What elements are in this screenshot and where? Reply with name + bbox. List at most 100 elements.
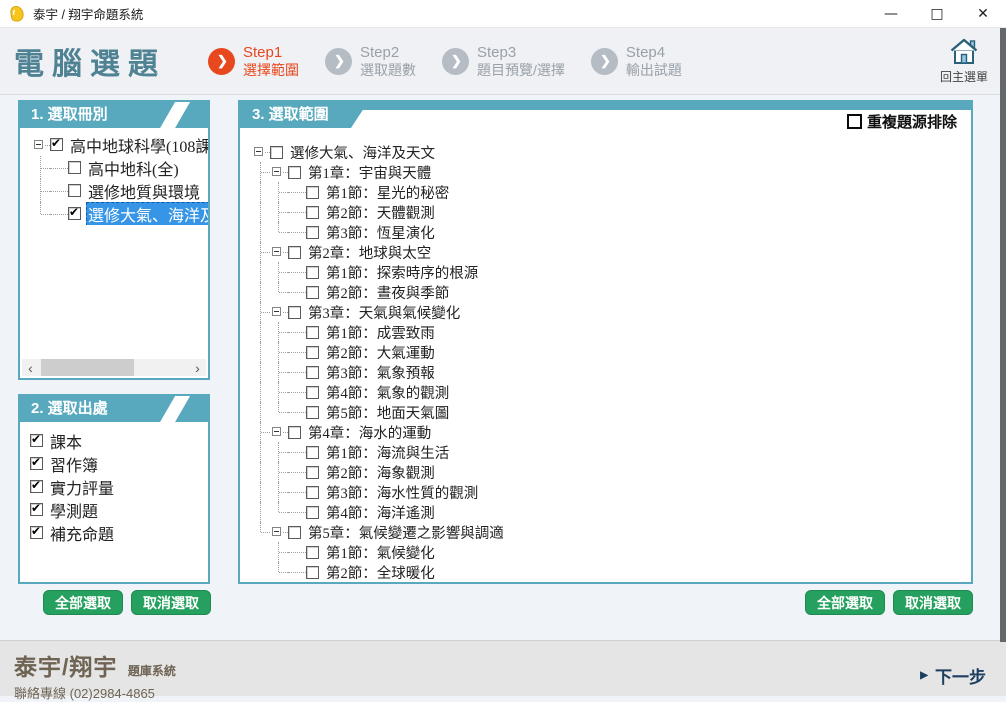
- checkbox[interactable]: [30, 503, 43, 516]
- checkbox[interactable]: [306, 466, 319, 479]
- scope-tree-item[interactable]: 第1節：星光的秘密: [240, 182, 969, 202]
- checkbox[interactable]: [288, 306, 301, 319]
- book-tree-item[interactable]: 高中地科(全): [20, 156, 208, 179]
- source-item[interactable]: 學測題: [20, 498, 208, 521]
- checkbox[interactable]: [270, 146, 283, 159]
- book-tree-item[interactable]: 高中地球科學(108課綱): [20, 133, 208, 156]
- expander-icon[interactable]: [272, 427, 281, 436]
- expander-icon[interactable]: [272, 307, 281, 316]
- checkbox[interactable]: [68, 207, 81, 220]
- scope-tree-item[interactable]: 第5章：氣候變遷之影響與調適: [240, 522, 969, 542]
- checkbox[interactable]: [288, 166, 301, 179]
- scope-tree-item[interactable]: 第4章：海水的運動: [240, 422, 969, 442]
- scope-tree-item[interactable]: 第1節：探索時序的根源: [240, 262, 969, 282]
- tree-item-label: 第4節：海洋遙測: [324, 502, 437, 522]
- checkbox[interactable]: [30, 434, 43, 447]
- minimize-button[interactable]: —: [868, 0, 914, 27]
- dedupe-option[interactable]: 重複題源排除: [847, 111, 957, 132]
- checkbox[interactable]: [306, 346, 319, 359]
- titlebar: 泰宇 / 翔宇命題系統 — □ ✕: [0, 0, 1006, 28]
- scope-tree-item[interactable]: 第3章：天氣與氣候變化: [240, 302, 969, 322]
- checkbox[interactable]: [306, 506, 319, 519]
- source-item[interactable]: 習作簿: [20, 452, 208, 475]
- checkbox[interactable]: [306, 406, 319, 419]
- scope-tree-item[interactable]: 第1章：宇宙與天體: [240, 162, 969, 182]
- home-button[interactable]: 回主選單: [940, 37, 988, 85]
- checkbox[interactable]: [288, 526, 301, 539]
- scope-tree-item[interactable]: 第1節：成雲致雨: [240, 322, 969, 342]
- scope-tree-item[interactable]: 第1節：氣候變化: [240, 542, 969, 562]
- scope-tree-item[interactable]: 第3節：恆星演化: [240, 222, 969, 242]
- checkbox[interactable]: [68, 161, 81, 174]
- wizard-step[interactable]: ❯ Step4 輸出試題: [591, 44, 682, 77]
- scope-tree-item[interactable]: 第1節：海流與生活: [240, 442, 969, 462]
- checkbox[interactable]: [306, 286, 319, 299]
- wizard-step[interactable]: ❯ Step1 選擇範圍: [208, 44, 299, 77]
- checkbox[interactable]: [306, 566, 319, 579]
- checkbox[interactable]: [306, 226, 319, 239]
- checkbox[interactable]: [306, 386, 319, 399]
- scope-tree-item[interactable]: 第3節：海水性質的觀測: [240, 482, 969, 502]
- expander-icon[interactable]: [272, 167, 281, 176]
- header-wedge-decoration: [157, 102, 192, 128]
- tree-item-label: 選修大氣、海洋及天文: [86, 202, 208, 225]
- expander-icon[interactable]: [34, 140, 43, 149]
- expander-icon[interactable]: [272, 247, 281, 256]
- window-scrollbar[interactable]: [1000, 28, 1006, 642]
- scope-tree-item[interactable]: 第2節：晝夜與季節: [240, 282, 969, 302]
- tree-item-label: 第2節：大氣運動: [324, 342, 437, 362]
- checkbox[interactable]: [288, 246, 301, 259]
- checkbox[interactable]: [306, 366, 319, 379]
- checkbox[interactable]: [288, 426, 301, 439]
- source-item[interactable]: 課本: [20, 429, 208, 452]
- checkbox[interactable]: [30, 480, 43, 493]
- checkbox[interactable]: [306, 186, 319, 199]
- step-number: Step3: [477, 44, 565, 61]
- deselect-all-button[interactable]: 取消選取: [893, 590, 973, 615]
- dedupe-checkbox[interactable]: [847, 114, 862, 129]
- next-step-button[interactable]: ▶ 下一步: [920, 663, 986, 688]
- checkbox[interactable]: [68, 184, 81, 197]
- book-tree-item[interactable]: 選修大氣、海洋及天文: [20, 202, 208, 225]
- scope-tree-item[interactable]: 第2章：地球與太空: [240, 242, 969, 262]
- scope-tree-item[interactable]: 第4節：氣象的觀測: [240, 382, 969, 402]
- expander-icon[interactable]: [272, 527, 281, 536]
- deselect-all-button[interactable]: 取消選取: [131, 590, 211, 615]
- scope-tree-item[interactable]: 第2節：大氣運動: [240, 342, 969, 362]
- checkbox[interactable]: [30, 457, 43, 470]
- brand: 泰宇/翔宇 題庫系統 聯絡專線 (02)2984-4865: [14, 648, 176, 702]
- horizontal-scrollbar[interactable]: ‹ ›: [22, 359, 206, 376]
- scope-tree-item[interactable]: 選修大氣、海洋及天文: [240, 142, 969, 162]
- select-all-button[interactable]: 全部選取: [43, 590, 123, 615]
- checkbox[interactable]: [30, 526, 43, 539]
- scope-tree-item[interactable]: 第4節：海洋遙測: [240, 502, 969, 522]
- close-button[interactable]: ✕: [960, 0, 1006, 27]
- checkbox[interactable]: [306, 446, 319, 459]
- maximize-button[interactable]: □: [914, 0, 960, 27]
- panel-books-header: 1. 選取冊別: [20, 102, 208, 128]
- select-all-button[interactable]: 全部選取: [805, 590, 885, 615]
- checkbox[interactable]: [306, 486, 319, 499]
- scope-tree-item[interactable]: 第5節：地面天氣圖: [240, 402, 969, 422]
- checkbox[interactable]: [306, 326, 319, 339]
- brand-suffix: 題庫系統: [128, 664, 176, 678]
- checkbox[interactable]: [306, 546, 319, 559]
- step-label: 題目預覽/選擇: [477, 62, 565, 78]
- scope-tree-item[interactable]: 第2節：天體觀測: [240, 202, 969, 222]
- scope-tree-item[interactable]: 第2節：海象觀測: [240, 462, 969, 482]
- wizard-step[interactable]: ❯ Step3 題目預覽/選擇: [442, 44, 565, 77]
- scope-tree-item[interactable]: 第3節：氣象預報: [240, 362, 969, 382]
- scrollbar-thumb[interactable]: [41, 359, 134, 376]
- source-item[interactable]: 補充命題: [20, 521, 208, 544]
- checkbox[interactable]: [306, 206, 319, 219]
- wizard-step[interactable]: ❯ Step2 選取題數: [325, 44, 416, 77]
- scope-tree-item[interactable]: 第2節：全球暖化: [240, 562, 969, 582]
- source-item[interactable]: 實力評量: [20, 475, 208, 498]
- scroll-right-arrow[interactable]: ›: [189, 359, 206, 376]
- book-tree-item[interactable]: 選修地質與環境: [20, 179, 208, 202]
- checkbox[interactable]: [306, 266, 319, 279]
- scrollbar-track[interactable]: [39, 359, 189, 376]
- scroll-left-arrow[interactable]: ‹: [22, 359, 39, 376]
- checkbox[interactable]: [50, 138, 63, 151]
- expander-icon[interactable]: [254, 147, 263, 156]
